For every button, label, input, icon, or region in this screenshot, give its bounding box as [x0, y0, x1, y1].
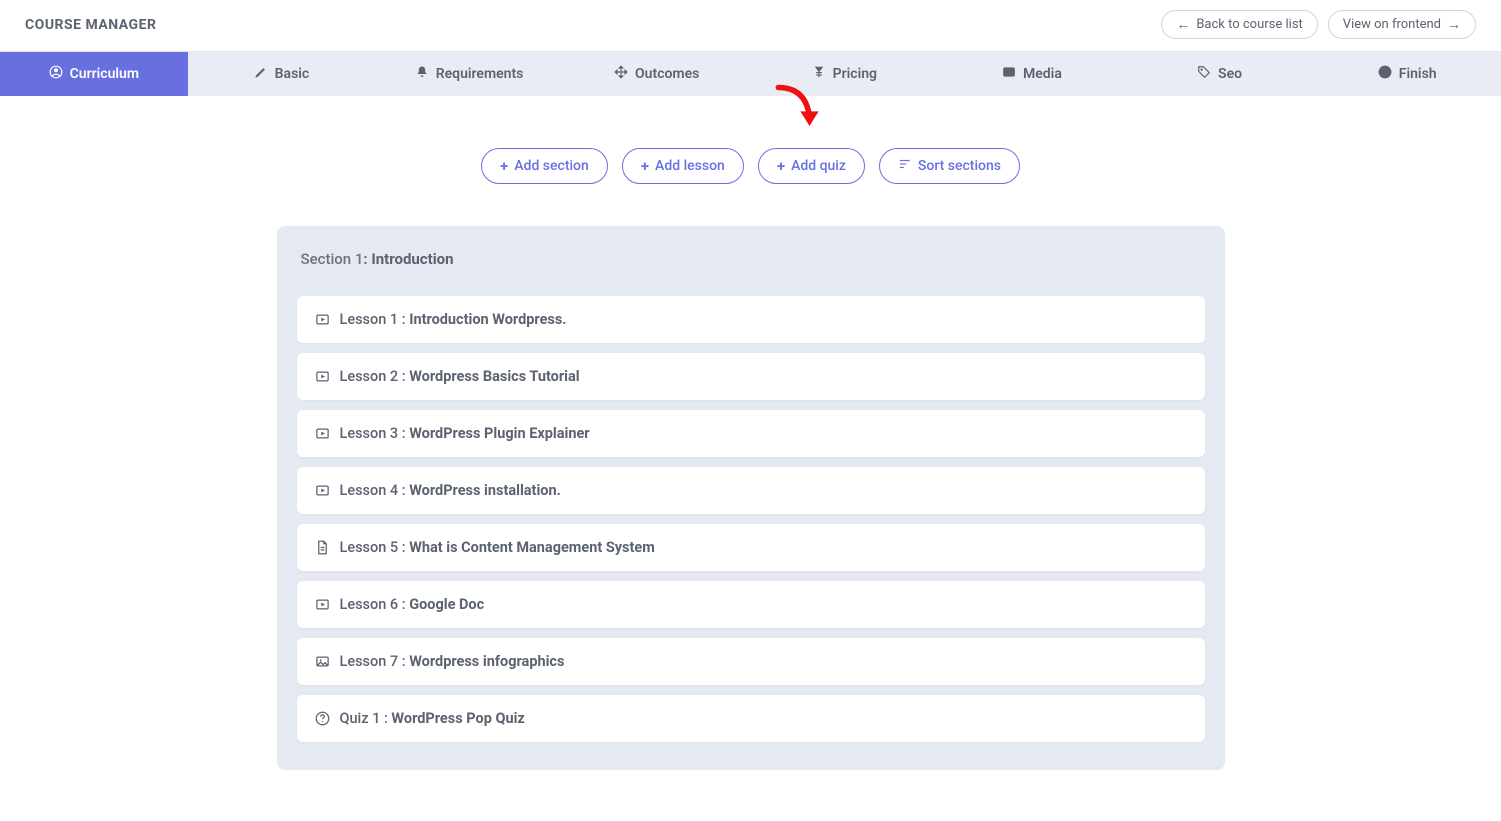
section-name: Introduction [371, 250, 453, 268]
item-title: What is Content Management System [409, 539, 655, 556]
sort-icon [898, 157, 912, 175]
tab-label: Requirements [436, 66, 524, 82]
sort-sections-label: Sort sections [918, 158, 1001, 174]
tab-label: Seo [1218, 66, 1242, 82]
item-prefix: Lesson 3 : [340, 425, 410, 442]
video-icon [315, 369, 330, 384]
back-label: Back to course list [1196, 17, 1302, 32]
item-title: Google Doc [409, 596, 484, 613]
image-icon [315, 654, 330, 669]
file-icon [315, 540, 330, 555]
video-icon [315, 312, 330, 327]
tab-label: Curriculum [70, 66, 139, 82]
item-prefix: Lesson 2 : [340, 368, 410, 385]
item-prefix: Lesson 1 : [340, 311, 410, 328]
media-icon [1002, 65, 1016, 83]
pencil-icon [254, 65, 268, 83]
check-circle-icon [1378, 65, 1392, 83]
back-to-course-list-button[interactable]: ← Back to course list [1161, 10, 1317, 39]
tab-label: Pricing [833, 66, 877, 82]
tab-pricing[interactable]: Pricing [751, 52, 939, 96]
tab-outcomes[interactable]: Outcomes [563, 52, 751, 96]
list-item[interactable]: Lesson 2 : Wordpress Basics Tutorial [297, 353, 1205, 400]
item-title: Introduction Wordpress. [409, 311, 566, 328]
item-prefix: Quiz 1 : [340, 710, 392, 727]
tab-label: Media [1023, 66, 1062, 82]
add-quiz-label: Add quiz [791, 158, 846, 174]
tab-curriculum[interactable]: Curriculum [0, 52, 188, 96]
add-lesson-button[interactable]: + Add lesson [622, 148, 744, 184]
tab-basic[interactable]: Basic [188, 52, 376, 96]
video-icon [315, 483, 330, 498]
tag-icon [1197, 65, 1211, 83]
item-prefix: Lesson 5 : [340, 539, 410, 556]
list-item[interactable]: Lesson 4 : WordPress installation. [297, 467, 1205, 514]
add-quiz-button[interactable]: + Add quiz [758, 148, 865, 184]
list-item[interactable]: Lesson 7 : Wordpress infographics [297, 638, 1205, 685]
item-prefix: Lesson 4 : [340, 482, 410, 499]
tab-finish[interactable]: Finish [1313, 52, 1501, 96]
section-title: Section 1: Introduction [297, 250, 1205, 268]
view-on-frontend-button[interactable]: View on frontend → [1328, 10, 1476, 39]
plus-icon: + [500, 159, 508, 174]
sort-sections-button[interactable]: Sort sections [879, 148, 1020, 184]
list-item[interactable]: Quiz 1 : WordPress Pop Quiz [297, 695, 1205, 742]
list-item[interactable]: Lesson 5 : What is Content Management Sy… [297, 524, 1205, 571]
section-card: Section 1: Introduction Lesson 1 : Intro… [277, 226, 1225, 770]
view-label: View on frontend [1343, 17, 1441, 32]
arrow-right-icon: → [1447, 18, 1461, 32]
bell-icon [415, 65, 429, 83]
list-item[interactable]: Lesson 3 : WordPress Plugin Explainer [297, 410, 1205, 457]
plus-icon: + [777, 159, 785, 174]
yen-icon [812, 65, 826, 83]
item-title: Wordpress Basics Tutorial [409, 368, 579, 385]
tabs: Curriculum Basic Requirements Outcomes Prici… [0, 51, 1501, 96]
tab-label: Finish [1399, 66, 1437, 82]
item-prefix: Lesson 6 : [340, 596, 410, 613]
item-title: WordPress Plugin Explainer [409, 425, 589, 442]
user-circle-icon [49, 65, 63, 83]
item-prefix: Lesson 7 : [340, 653, 410, 670]
list-item[interactable]: Lesson 6 : Google Doc [297, 581, 1205, 628]
add-lesson-label: Add lesson [655, 158, 725, 174]
video-icon [315, 426, 330, 441]
add-section-label: Add section [514, 158, 589, 174]
tab-media[interactable]: Media [938, 52, 1126, 96]
video-icon [315, 597, 330, 612]
arrow-left-icon: ← [1176, 18, 1190, 32]
move-icon [614, 65, 628, 83]
item-title: Wordpress infographics [409, 653, 564, 670]
quiz-icon [315, 711, 330, 726]
page-title: COURSE MANAGER [25, 17, 156, 33]
tab-label: Basic [275, 66, 310, 82]
add-section-button[interactable]: + Add section [481, 148, 608, 184]
item-title: WordPress installation. [409, 482, 561, 499]
item-title: WordPress Pop Quiz [391, 710, 524, 727]
section-prefix: Section 1 [301, 250, 364, 268]
tab-requirements[interactable]: Requirements [375, 52, 563, 96]
plus-icon: + [641, 159, 649, 174]
tab-label: Outcomes [635, 66, 699, 82]
list-item[interactable]: Lesson 1 : Introduction Wordpress. [297, 296, 1205, 343]
tab-seo[interactable]: Seo [1126, 52, 1314, 96]
